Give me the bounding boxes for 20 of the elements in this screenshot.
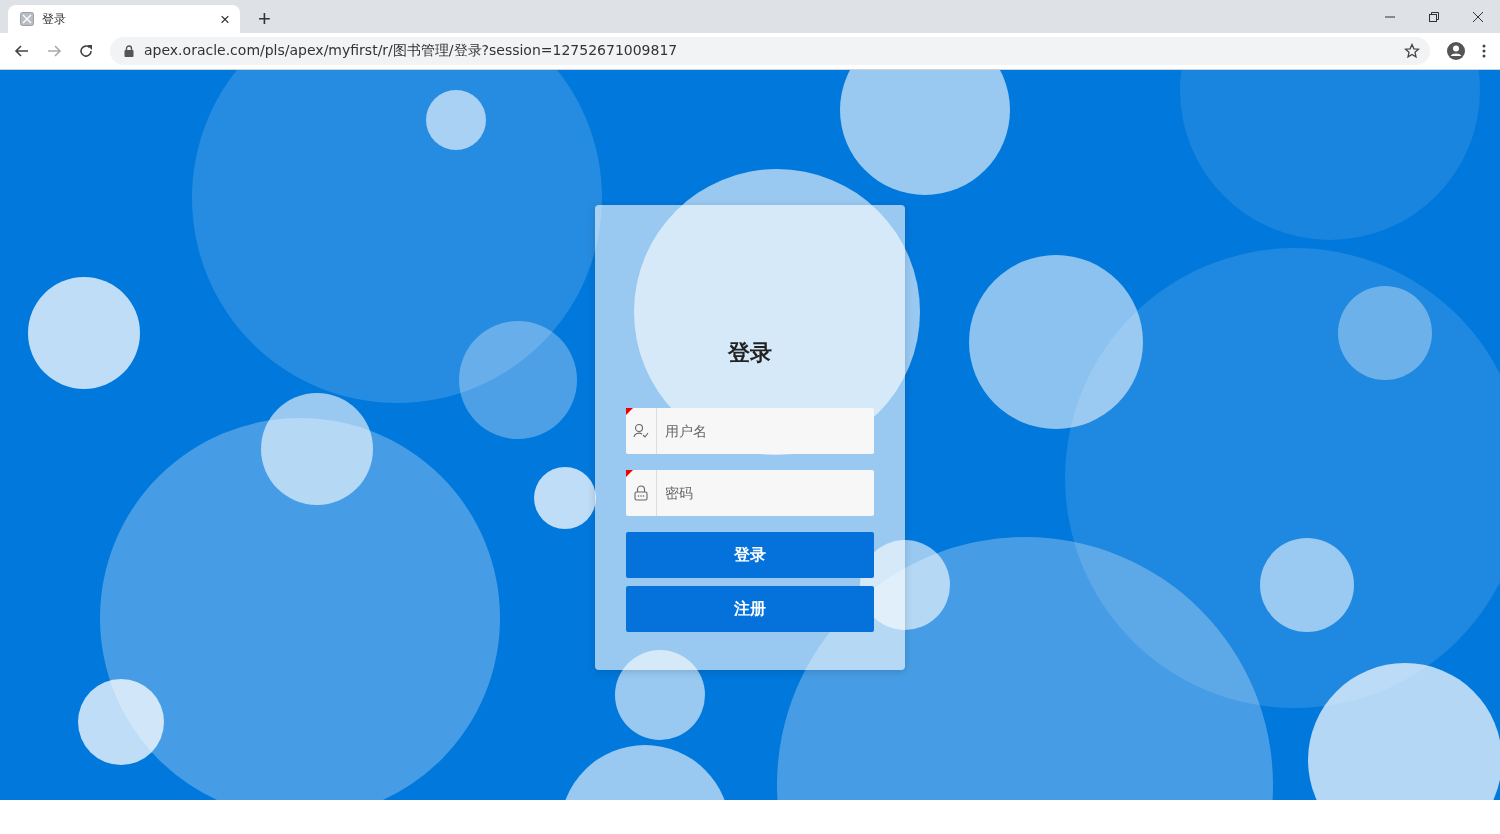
login-title: 登录 [727, 339, 773, 367]
address-bar[interactable]: apex.oracle.com/pls/apex/myfirst/r/图书管理/登录?session=12752671009817 [110, 37, 1430, 65]
favicon-icon [20, 12, 34, 26]
login-button[interactable]: 登录 [626, 532, 874, 578]
lock-icon [634, 485, 648, 501]
more-icon[interactable] [1482, 44, 1486, 58]
account-icon[interactable] [1446, 41, 1466, 61]
lock-icon [124, 45, 134, 57]
new-tab-button[interactable]: + [252, 7, 277, 31]
star-icon[interactable] [1404, 43, 1420, 59]
tab-title: 登录 [42, 10, 67, 28]
restore-icon[interactable] [1428, 10, 1440, 23]
back-arrow-icon[interactable] [14, 43, 30, 59]
register-button[interactable]: 注册 [626, 586, 874, 632]
close-icon[interactable] [1472, 10, 1484, 23]
url-text: apex.oracle.com/pls/apex/myfirst/r/图书管理/登录?session=12752671009817 [144, 42, 678, 60]
browser-tab[interactable]: 登录 × [8, 5, 240, 33]
reload-icon[interactable] [78, 43, 94, 59]
close-tab-button[interactable]: × [218, 10, 232, 28]
user-icon [633, 423, 649, 439]
